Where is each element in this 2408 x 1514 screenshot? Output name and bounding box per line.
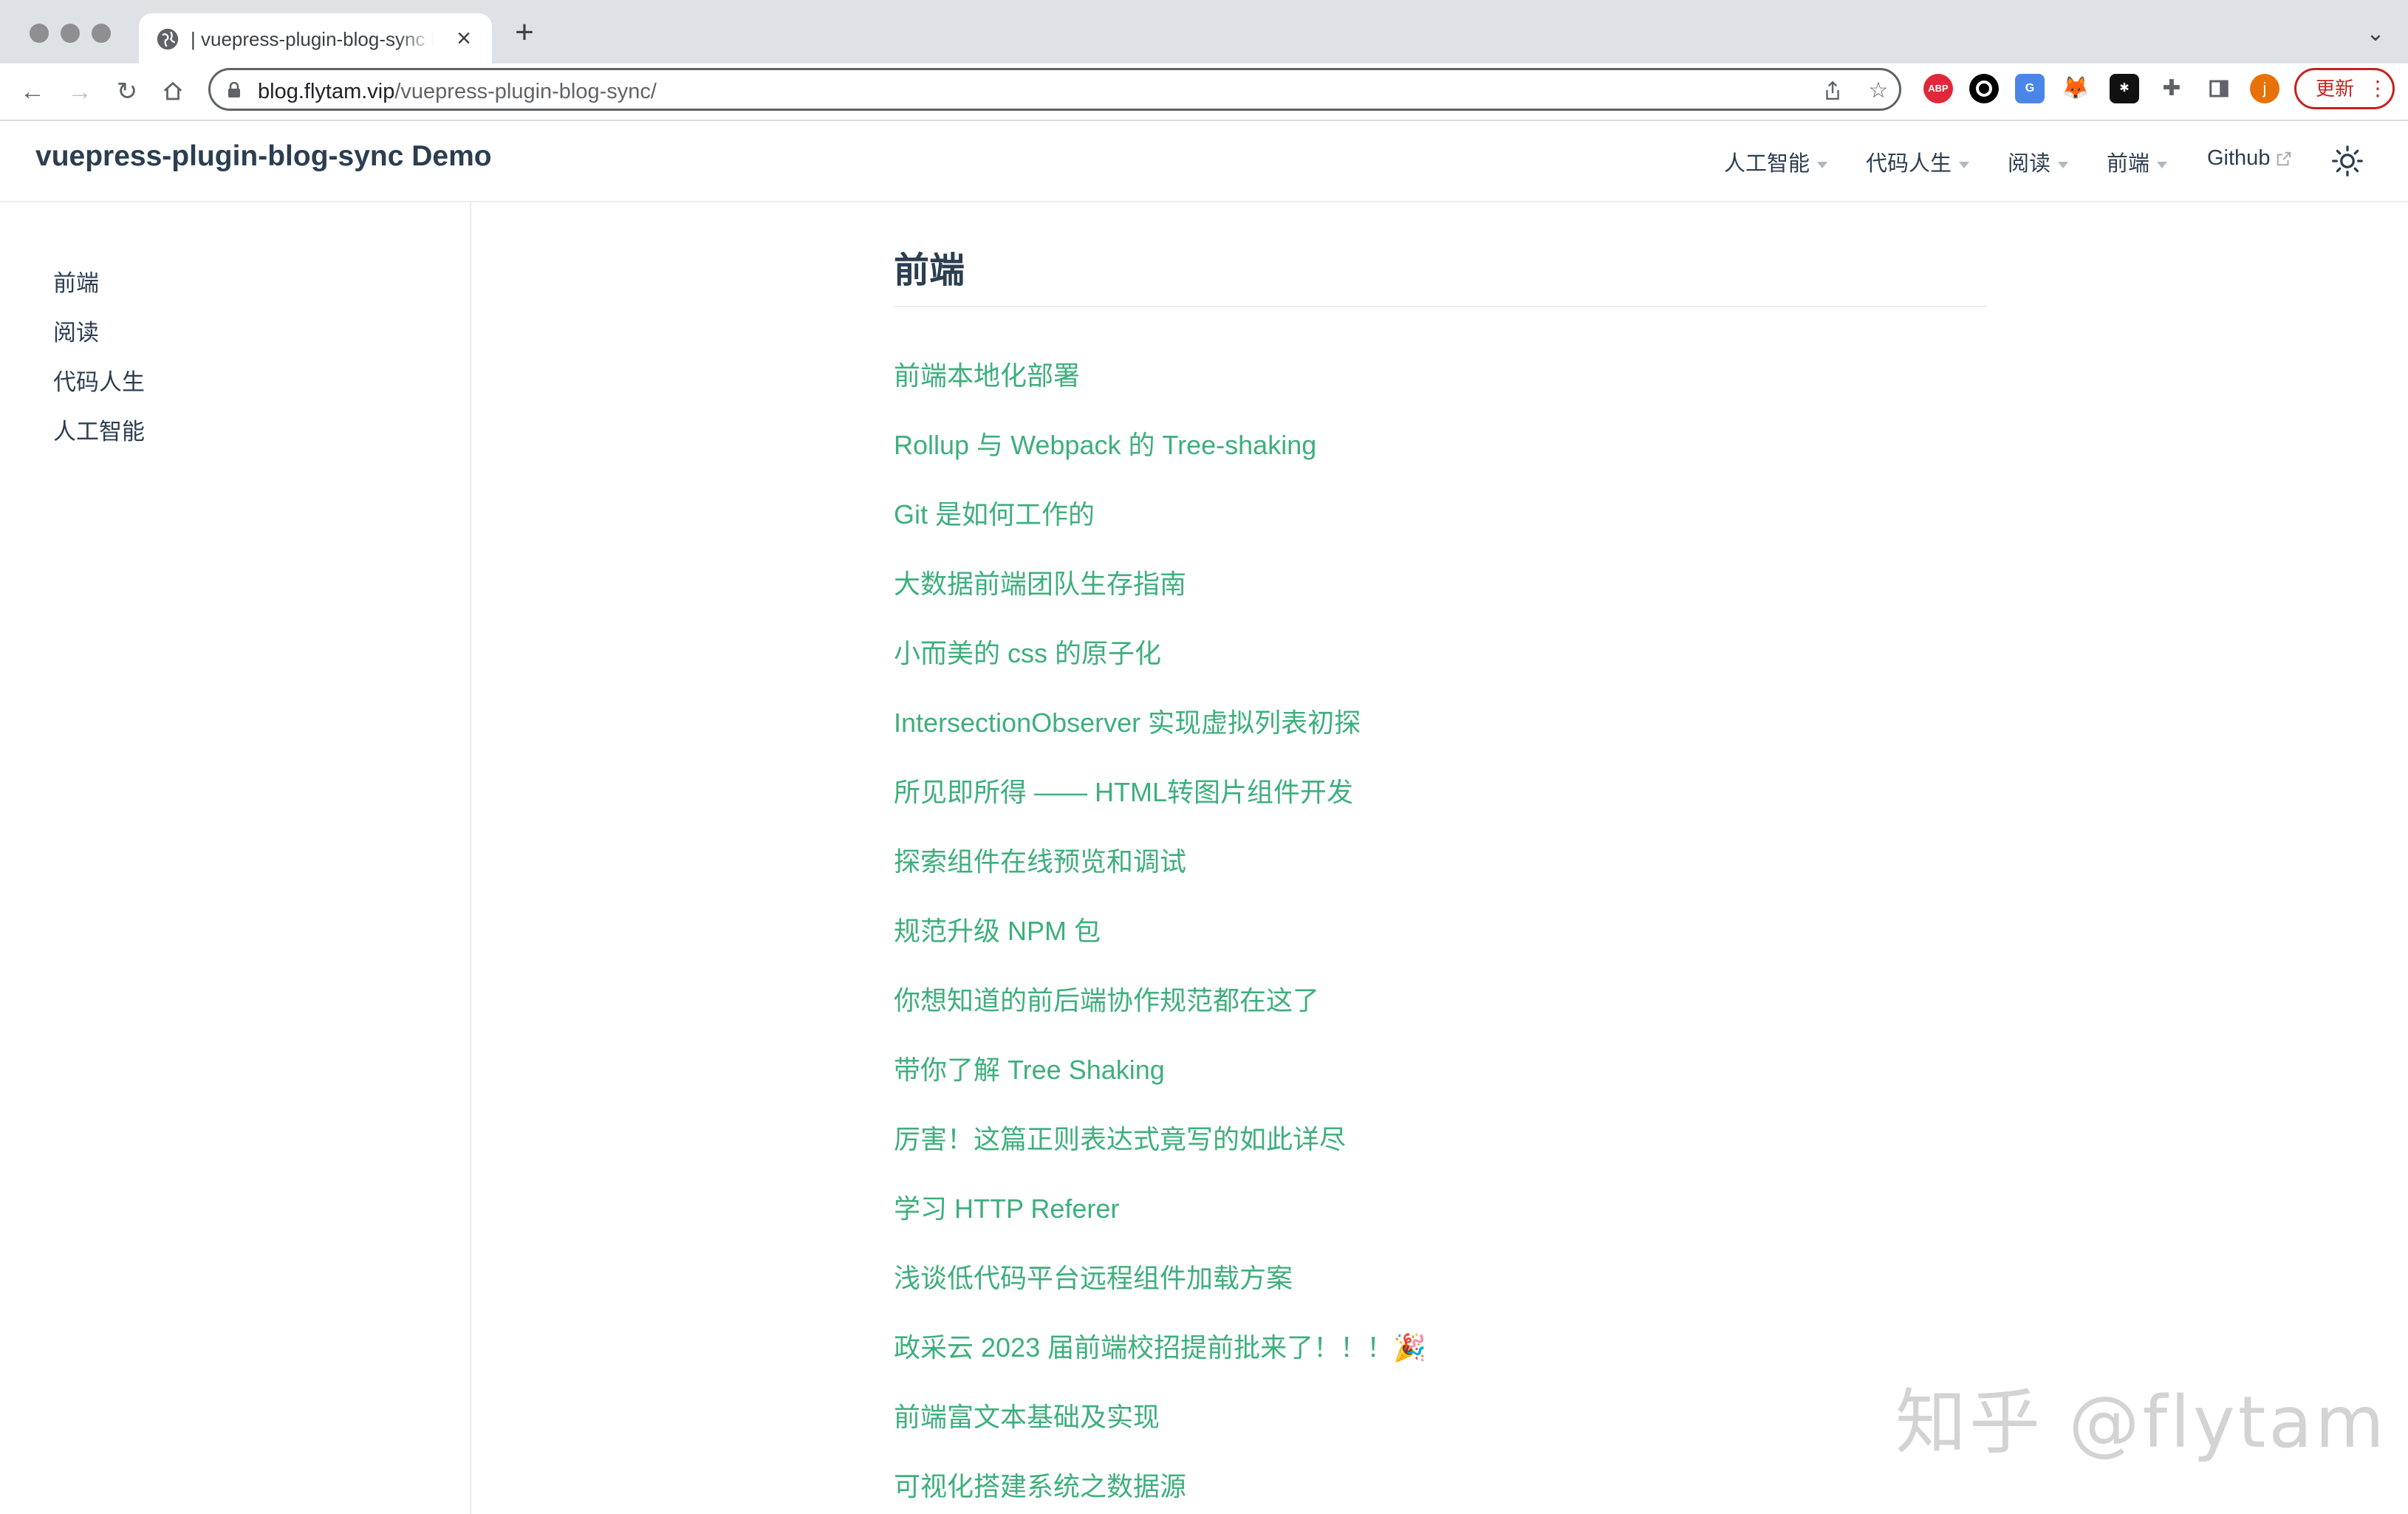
nav-item-github[interactable]: Github (2207, 146, 2292, 171)
nav-label: 人工智能 (1724, 152, 1810, 176)
url-path: /vuepress-plugin-blog-sync/ (394, 80, 657, 103)
nav-item-reading[interactable]: 阅读 (2008, 146, 2069, 177)
lock-icon[interactable] (227, 82, 242, 98)
active-tab[interactable]: | vuepress-plugin-blog-sync Demo × (139, 13, 492, 65)
article-link[interactable]: 大数据前端团队生存指南 (894, 563, 1186, 601)
browser-tab-strip: | vuepress-plugin-blog-sync Demo × + ⌄ (0, 0, 2408, 65)
caret-down-icon (1817, 161, 1828, 168)
article-link[interactable]: Rollup 与 Webpack 的 Tree-shaking (894, 424, 1316, 462)
extensions-puzzle-icon[interactable]: ✚ (2157, 74, 2186, 103)
nav-label: Github (2207, 146, 2271, 170)
article-link[interactable]: 带你了解 Tree Shaking (894, 1049, 1165, 1087)
bookmark-star-icon[interactable]: ☆ (1864, 76, 1893, 106)
url-host: blog.flytam.vip (258, 80, 395, 103)
url-text[interactable]: blog.flytam.vip/vuepress-plugin-blog-syn… (258, 79, 657, 104)
page-title: 前端 (894, 241, 1987, 307)
address-bar[interactable]: blog.flytam.vip/vuepress-plugin-blog-syn… (208, 68, 1901, 111)
caret-down-icon (2058, 161, 2069, 168)
article-link[interactable]: 前端本地化部署 (894, 354, 1080, 393)
article-link[interactable]: 小而美的 css 的原子化 (894, 632, 1161, 671)
article-link[interactable]: 探索组件在线预览和调试 (894, 840, 1186, 879)
sidebar-item-frontend[interactable]: 前端 (53, 264, 99, 298)
fox-wallet-icon[interactable]: 🦊 (2061, 74, 2090, 103)
back-arrow-icon[interactable]: ← (15, 74, 50, 109)
globe-icon (157, 28, 179, 50)
article-link[interactable]: 前端富文本基础及实现 (894, 1396, 1160, 1434)
share-icon[interactable] (1818, 76, 1847, 106)
article-link[interactable]: 所见即所得 —— HTML转图片组件开发 (894, 771, 1353, 809)
forward-arrow-icon[interactable]: → (62, 74, 98, 109)
nav-label: 前端 (2107, 152, 2150, 176)
sidebar-item-ai[interactable]: 人工智能 (53, 413, 145, 446)
home-icon[interactable] (155, 74, 191, 109)
reload-icon[interactable]: ↻ (109, 74, 145, 109)
nav-item-ai[interactable]: 人工智能 (1724, 146, 1828, 177)
article-link[interactable]: 规范升级 NPM 包 (894, 910, 1101, 948)
article-link[interactable]: 可视化搭建系统之数据源 (894, 1465, 1186, 1504)
caret-down-icon (2157, 161, 2168, 168)
site-navbar: vuepress-plugin-blog-sync Demo 人工智能 代码人生… (0, 121, 2408, 202)
external-link-icon (2277, 152, 2291, 166)
record-circle-icon[interactable] (1969, 74, 1999, 103)
update-label: 更新 (2316, 78, 2355, 100)
window-minimize-dot[interactable] (61, 24, 80, 43)
nav-label: 阅读 (2008, 152, 2051, 176)
article-link[interactable]: Git 是如何工作的 (894, 493, 1095, 532)
caret-down-icon (1959, 161, 1970, 168)
grid-extension-icon[interactable]: ✱ (2110, 74, 2139, 103)
nav-label: 代码人生 (1866, 152, 1952, 176)
side-panel-icon[interactable] (2204, 74, 2234, 103)
article-link[interactable]: 政采云 2023 届前端校招提前批来了！！！🎉 (894, 1326, 1426, 1365)
adblock-icon[interactable]: ABP (1923, 74, 1953, 103)
site-brand[interactable]: vuepress-plugin-blog-sync Demo (35, 140, 492, 173)
theme-toggle-sun-icon[interactable] (2331, 145, 2364, 177)
sidebar-item-code-life[interactable]: 代码人生 (53, 363, 145, 397)
tab-title: | vuepress-plugin-blog-sync Demo (191, 28, 434, 50)
sidebar-item-reading[interactable]: 阅读 (53, 314, 99, 347)
window-close-dot[interactable] (30, 24, 49, 43)
article-link[interactable]: 学习 HTTP Referer (894, 1188, 1119, 1226)
article-link[interactable]: 浅谈低代码平台远程组件加载方案 (894, 1257, 1293, 1295)
article-link[interactable]: 你想知道的前后端协作规范都在这了 (894, 979, 1319, 1018)
translate-icon[interactable]: G (2015, 74, 2045, 103)
article-link[interactable]: IntersectionObserver 实现虚拟列表初探 (894, 702, 1361, 740)
article-link[interactable]: 厉害！这篇正则表达式竟写的如此详尽 (894, 1118, 1346, 1157)
new-tab-button[interactable]: + (508, 16, 541, 49)
nav-item-code-life[interactable]: 代码人生 (1866, 146, 1970, 177)
tab-close-icon[interactable]: × (449, 24, 479, 53)
more-menu-icon[interactable]: ⋮ (2367, 70, 2388, 107)
zhihu-watermark: 知乎 @flytam (1895, 1381, 2387, 1464)
window-zoom-dot[interactable] (92, 24, 111, 43)
update-button[interactable]: 更新 ⋮ (2294, 68, 2395, 109)
profile-avatar[interactable]: j (2250, 74, 2279, 103)
browser-toolbar: ← → ↻ blog.flytam.vip/vuepress-plugin-bl… (0, 64, 2408, 121)
tab-search-chevron-icon[interactable]: ⌄ (2361, 19, 2390, 49)
sidebar: 前端 阅读 代码人生 人工智能 (0, 202, 471, 1514)
nav-item-frontend[interactable]: 前端 (2107, 146, 2168, 177)
